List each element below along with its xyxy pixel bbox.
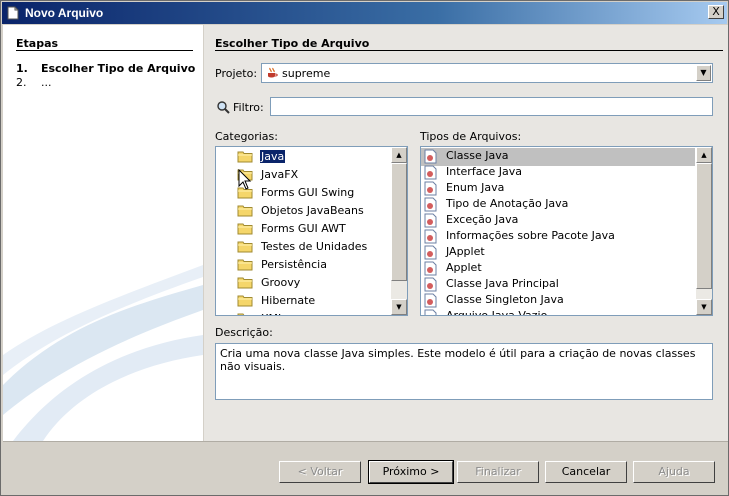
file-type-label: Arquivo Java Vazio	[446, 309, 548, 316]
folder-icon	[237, 259, 253, 271]
step-number: 2.	[16, 76, 27, 89]
filter-input[interactable]	[270, 97, 713, 116]
steps-divider	[16, 50, 193, 51]
file-type-label: Classe Singleton Java	[446, 293, 564, 306]
folder-icon	[237, 295, 253, 307]
chevron-down-icon[interactable]: ▼	[696, 65, 711, 81]
description-label: Descrição:	[215, 326, 273, 339]
scroll-thumb[interactable]	[696, 163, 712, 289]
close-icon: X	[712, 5, 720, 18]
document-icon	[7, 6, 19, 20]
java-file-icon	[424, 229, 437, 244]
categories-scrollbar[interactable]: ▲ ▼	[391, 147, 407, 315]
category-label: Persistência	[261, 258, 327, 271]
java-file-icon	[424, 293, 437, 308]
window-title: Novo Arquivo	[25, 6, 104, 20]
category-label: Hibernate	[261, 294, 316, 307]
folder-icon	[237, 241, 253, 253]
folder-icon	[237, 223, 253, 235]
category-item[interactable]: Java	[216, 148, 390, 166]
new-file-dialog: Novo Arquivo X Etapas 1. Escolher Tipo de…	[0, 0, 729, 496]
file-type-label: JApplet	[446, 245, 485, 258]
category-item[interactable]: Persistência	[216, 256, 390, 274]
file-type-label: Exceção Java	[446, 213, 519, 226]
java-file-icon	[424, 261, 437, 276]
close-button[interactable]: X	[708, 5, 724, 19]
step-label: ...	[41, 76, 52, 89]
folder-icon	[237, 205, 253, 217]
category-item[interactable]: Groovy	[216, 274, 390, 292]
scroll-up-button[interactable]: ▲	[696, 147, 712, 163]
scroll-down-button[interactable]: ▼	[696, 299, 712, 315]
step-item: 1. Escolher Tipo de Arquivo	[16, 62, 195, 75]
file-type-label: Interface Java	[446, 165, 522, 178]
category-item[interactable]: XML	[216, 310, 390, 315]
category-label: Objetos JavaBeans	[261, 204, 364, 217]
finish-button[interactable]: Finalizar	[457, 461, 539, 483]
category-item[interactable]: Testes de Unidades	[216, 238, 390, 256]
section-divider	[215, 50, 723, 51]
folder-icon	[237, 277, 253, 289]
category-label: Forms GUI Swing	[261, 186, 355, 199]
help-button[interactable]: Ajuda	[633, 461, 715, 483]
magnifier-icon	[217, 101, 230, 114]
decorative-swoosh-image	[3, 265, 203, 441]
file-type-item[interactable]: Arquivo Java Vazio	[421, 308, 695, 316]
description-box: Cria uma nova classe Java simples. Este …	[215, 343, 713, 400]
steps-title: Etapas	[16, 37, 59, 50]
file-types-scrollbar[interactable]: ▲ ▼	[696, 147, 712, 315]
project-value: supreme	[282, 67, 331, 80]
category-label: Java	[258, 149, 287, 164]
description-text: Cria uma nova classe Java simples. Este …	[220, 347, 696, 373]
categories-label: Categorias:	[215, 130, 278, 143]
main-panel: Escolher Tipo de Arquivo Projeto: suprem…	[204, 25, 728, 441]
java-file-icon	[424, 149, 437, 164]
file-type-label: Enum Java	[446, 181, 505, 194]
java-file-icon	[424, 309, 437, 315]
cancel-button[interactable]: Cancelar	[545, 461, 627, 483]
scroll-up-button[interactable]: ▲	[391, 147, 407, 163]
java-file-icon	[424, 165, 437, 180]
button-bar: < Voltar Próximo > Finalizar Cancelar Aj…	[3, 441, 728, 495]
title-bar[interactable]: Novo Arquivo X	[2, 2, 727, 24]
file-type-label: Applet	[446, 261, 482, 274]
file-type-label: Tipo de Anotação Java	[446, 197, 569, 210]
back-button[interactable]: < Voltar	[279, 461, 361, 483]
folder-icon	[237, 313, 253, 315]
file-types-list[interactable]: Classe Java Interface Java Enum Java Tipo d…	[420, 146, 713, 316]
scroll-thumb[interactable]	[391, 163, 407, 281]
category-label: Groovy	[261, 276, 301, 289]
java-file-icon	[424, 197, 437, 212]
java-cup-icon	[268, 67, 278, 78]
file-type-label: Classe Java Principal	[446, 277, 559, 290]
java-file-icon	[424, 245, 437, 260]
java-file-icon	[424, 213, 437, 228]
java-file-icon	[424, 277, 437, 292]
project-label: Projeto:	[215, 67, 258, 80]
scroll-down-button[interactable]: ▼	[391, 299, 407, 315]
next-button[interactable]: Próximo >	[368, 460, 454, 484]
mouse-cursor-icon	[238, 169, 252, 190]
category-label: Forms GUI AWT	[261, 222, 346, 235]
step-item: 2....	[16, 76, 52, 89]
section-title: Escolher Tipo de Arquivo	[215, 37, 370, 50]
category-label: Testes de Unidades	[261, 240, 368, 253]
step-number: 1.	[16, 62, 28, 75]
file-types-label: Tipos de Arquivos:	[420, 130, 522, 143]
category-item[interactable]: Hibernate	[216, 292, 390, 310]
java-file-icon	[424, 181, 437, 196]
folder-icon	[237, 151, 253, 163]
filter-label: Filtro:	[233, 101, 264, 114]
category-item[interactable]: Forms GUI AWT	[216, 220, 390, 238]
category-item[interactable]: Objetos JavaBeans	[216, 202, 390, 220]
steps-panel: Etapas 1. Escolher Tipo de Arquivo 2....	[3, 25, 203, 441]
project-combo[interactable]: supreme ▼	[261, 63, 713, 83]
file-type-label: Informações sobre Pacote Java	[446, 229, 615, 242]
category-label: XML	[260, 312, 285, 315]
file-type-label: Classe Java	[446, 149, 509, 162]
category-label: JavaFX	[261, 168, 299, 181]
step-label: Escolher Tipo de Arquivo	[41, 62, 196, 75]
